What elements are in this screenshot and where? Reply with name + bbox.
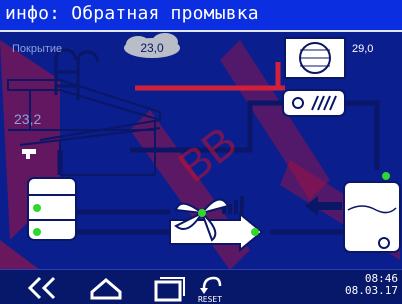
bottom-nav-bar: RESET 08:46 08.03.17 — [0, 269, 402, 304]
back-button[interactable] — [24, 270, 60, 304]
title-bar: инфо: Обратная промывка — [0, 0, 402, 32]
pump-icon — [169, 196, 264, 253]
clock: 08:46 08.03.17 — [345, 273, 398, 297]
pool-water-temp: 23,2 — [14, 111, 41, 127]
pump-running-indicator — [198, 209, 206, 217]
outdoor-temp: 23,0 — [140, 41, 164, 55]
reset-button[interactable]: RESET — [190, 270, 230, 304]
filter-valve-indicator-top — [33, 204, 41, 212]
filter-valve-indicator-bottom — [33, 228, 41, 236]
ladder-icon — [54, 48, 100, 100]
clock-date: 08.03.17 — [345, 284, 398, 297]
heat-pump-icon — [284, 37, 346, 79]
page-title: инфо: Обратная промывка — [5, 3, 259, 24]
reset-label: RESET — [198, 295, 222, 304]
home-icon — [90, 278, 122, 300]
buffer-level-indicator — [382, 172, 390, 180]
back-arrow-icon — [27, 276, 56, 300]
buffer-tank-icon — [343, 181, 401, 253]
windows-button[interactable] — [150, 270, 186, 304]
home-button[interactable] — [88, 270, 124, 304]
reset-icon: RESET — [198, 276, 222, 304]
pump-outlet-indicator — [251, 228, 259, 236]
windows-icon — [154, 277, 185, 302]
pool-cover-label: Покрытие — [12, 43, 62, 55]
heat-pump-temp: 29,0 — [352, 43, 373, 55]
screen: инфо: Обратная промывка 23,0 29,0 Покрыт… — [0, 0, 402, 304]
system-diagram: 23,0 29,0 Покрытие 23,2 ВВ — [0, 33, 401, 269]
heat-exchanger-icon — [282, 89, 346, 117]
